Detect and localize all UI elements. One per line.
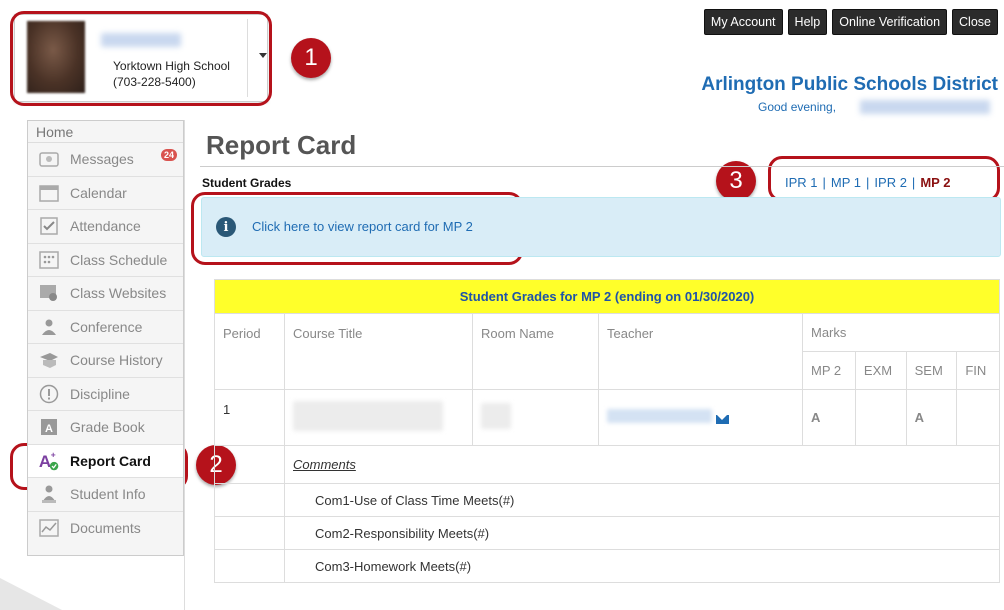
separator: | [822,175,826,190]
cell-course-title [284,389,473,446]
section-label: Student Grades [202,176,292,190]
cell-teacher [598,389,803,446]
sidebar-item-discipline[interactable]: Discipline [28,378,183,411]
my-account-button[interactable]: My Account [703,9,783,35]
sidebar-nav: Home Messages 24 Calendar Attendance Cla… [27,120,184,556]
sidebar-item-label: Course History [70,352,163,369]
conference-people-icon [38,316,60,338]
greeting-text: Good evening, [758,100,837,114]
header-mark-mp2: MP 2 [802,351,856,390]
course-history-icon [38,349,60,371]
mp-link-ipr1[interactable]: IPR 1 [785,175,818,190]
sidebar-item-label: Discipline [70,385,130,402]
help-button[interactable]: Help [787,9,828,35]
user-name-redacted [860,100,990,114]
top-toolbar: My Account Help Online Verification Clos… [703,9,998,35]
header-marks: Marks [802,313,1000,352]
grades-banner: Student Grades for MP 2 (ending on 01/30… [214,279,1000,314]
schedule-icon [38,249,60,271]
sidebar-item-label: Class Websites [70,285,167,302]
header-teacher: Teacher [598,313,803,390]
sidebar-item-calendar[interactable]: Calendar [28,177,183,210]
sidebar-item-attendance[interactable]: Attendance [28,210,183,244]
title-divider [200,166,1004,167]
sidebar-item-student-info[interactable]: Student Info [28,478,183,512]
envelope-icon [38,148,60,170]
mp-link-mp2[interactable]: MP 2 [920,175,950,190]
cell-mark-fin [956,389,1000,446]
cell-mark-sem: A [905,389,958,446]
cell-room-name [472,389,599,446]
sidebar-item-label: Attendance [70,218,141,235]
view-report-card-link[interactable]: Click here to view report card for MP 2 [252,219,473,234]
sidebar-item-class-websites[interactable]: Class Websites [28,277,183,311]
sidebar-item-grade-book[interactable]: A Grade Book [28,411,183,445]
close-button[interactable]: Close [952,9,998,35]
comments-spacer [214,445,285,484]
header-course-title: Course Title [284,313,473,390]
sidebar-item-label: Calendar [70,184,127,201]
sidebar-item-label: Report Card [70,452,151,469]
callout-ring-1 [10,11,272,106]
sidebar-item-conference[interactable]: Conference [28,311,183,344]
decorative-triangle [0,578,62,610]
sidebar-item-label: Messages [70,151,134,168]
svg-text:+: + [51,449,56,459]
cell-period: 1 [214,389,285,446]
comments-spacer [214,483,285,517]
sidebar-item-label: Documents [70,520,141,537]
report-card-a-plus-icon: A + [38,449,60,472]
comments-spacer [214,549,285,583]
header-period: Period [214,313,285,390]
marking-period-links: IPR 1 | MP 1 | IPR 2 | MP 2 [785,175,950,190]
sidebar-item-documents[interactable]: Documents [28,512,183,546]
mp-link-ipr2[interactable]: IPR 2 [874,175,907,190]
sidebar-item-home[interactable]: Home [28,121,183,143]
comment-row: Com2-Responsibility Meets(#) [284,516,1000,550]
sidebar-item-label: Student Info [70,486,146,503]
svg-text:A: A [39,452,51,471]
mp-link-mp1[interactable]: MP 1 [831,175,861,190]
sidebar-item-label: Grade Book [70,419,145,436]
svg-text:A: A [45,423,53,435]
exclamation-circle-icon [38,383,60,405]
mail-icon[interactable] [716,415,729,425]
comments-spacer [214,516,285,550]
sidebar-item-report-card[interactable]: A + Report Card [28,444,183,478]
online-verification-button[interactable]: Online Verification [832,9,948,35]
header-mark-fin: FIN [956,351,1000,390]
separator: | [866,175,870,190]
header-mark-exm: EXM [854,351,907,390]
table-row: 1 A A [214,389,1000,446]
separator: | [911,175,916,190]
sidebar-item-label: Class Schedule [70,251,168,268]
gradebook-icon: A [38,416,60,438]
teacher-name-redacted[interactable] [607,409,712,423]
sidebar-item-class-schedule[interactable]: Class Schedule [28,244,183,277]
attendance-checkbox-icon [38,215,60,237]
cell-mark-exm [854,389,907,446]
grades-table: Student Grades for MP 2 (ending on 01/30… [214,279,1000,583]
info-alert: i Click here to view report card for MP … [201,197,1001,257]
district-title: Arlington Public Schools District [701,74,998,95]
student-info-icon [38,483,60,505]
sidebar-item-messages[interactable]: Messages 24 [28,143,183,177]
calendar-icon [38,182,60,204]
sidebar-item-label: Conference [70,318,143,335]
header-mark-sem: SEM [905,351,958,390]
documents-chart-icon [38,517,60,539]
info-icon: i [216,217,236,237]
comment-row: Com1-Use of Class Time Meets(#) [284,483,1000,517]
cell-mark-mp2: A [802,389,856,446]
header-room-name: Room Name [472,313,599,390]
callout-badge-1: 1 [291,38,331,78]
page-title: Report Card [206,130,357,160]
course-title-redacted [293,401,443,431]
websites-icon [38,282,60,304]
sidebar-item-course-history[interactable]: Course History [28,344,183,378]
comments-label: Comments [284,445,1000,484]
comment-row: Com3-Homework Meets(#) [284,549,1000,583]
room-name-redacted [481,403,511,429]
messages-count-badge: 24 [160,149,177,161]
